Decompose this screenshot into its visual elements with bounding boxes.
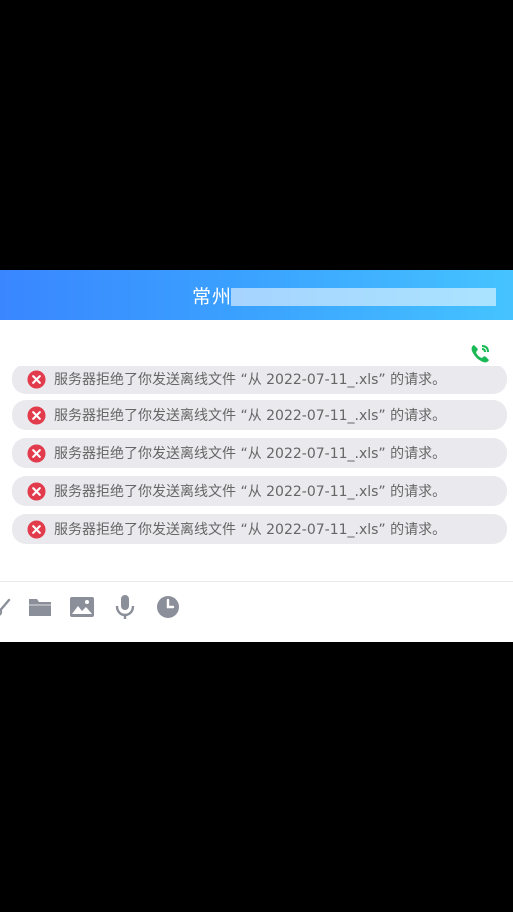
error-icon — [27, 519, 46, 539]
input-toolbar — [0, 588, 513, 628]
scissors-button[interactable] — [0, 594, 16, 620]
message-list[interactable]: 服务器拒绝了你发送离线文件 “从 2022-07-11_.xls” 的请求。 服… — [0, 366, 513, 566]
history-button[interactable] — [155, 594, 181, 620]
message-text: 服务器拒绝了你发送离线文件 “从 2022-07-11_.xls” 的请求。 — [54, 484, 447, 500]
chat-title: 常州 — [192, 286, 233, 308]
voice-button[interactable] — [112, 594, 138, 620]
input-divider — [0, 581, 513, 582]
image-icon — [70, 597, 94, 617]
chat-window: 常州 服务器拒绝了你发送离线文件 “从 2022-07-11_.xls” 的请求… — [0, 270, 513, 642]
blurred-contact-name — [231, 288, 496, 306]
chat-header: 常州 — [0, 270, 513, 320]
error-icon — [27, 405, 46, 425]
error-icon — [27, 369, 46, 389]
message-item: 服务器拒绝了你发送离线文件 “从 2022-07-11_.xls” 的请求。 — [12, 400, 507, 430]
folder-button[interactable] — [27, 594, 53, 620]
phone-icon — [471, 345, 489, 363]
message-text: 服务器拒绝了你发送离线文件 “从 2022-07-11_.xls” 的请求。 — [54, 372, 447, 388]
message-item: 服务器拒绝了你发送离线文件 “从 2022-07-11_.xls” 的请求。 — [12, 514, 507, 544]
folder-icon — [29, 599, 51, 616]
message-item: 服务器拒绝了你发送离线文件 “从 2022-07-11_.xls” 的请求。 — [12, 366, 507, 394]
microphone-icon — [115, 595, 135, 619]
message-item: 服务器拒绝了你发送离线文件 “从 2022-07-11_.xls” 的请求。 — [12, 476, 507, 506]
message-text: 服务器拒绝了你发送离线文件 “从 2022-07-11_.xls” 的请求。 — [54, 522, 447, 538]
clock-icon — [157, 596, 179, 618]
message-text: 服务器拒绝了你发送离线文件 “从 2022-07-11_.xls” 的请求。 — [54, 446, 447, 462]
message-item: 服务器拒绝了你发送离线文件 “从 2022-07-11_.xls” 的请求。 — [12, 438, 507, 468]
error-icon — [27, 443, 46, 463]
image-button[interactable] — [69, 594, 95, 620]
scissors-icon — [0, 598, 11, 616]
error-icon — [27, 481, 46, 501]
message-text: 服务器拒绝了你发送离线文件 “从 2022-07-11_.xls” 的请求。 — [54, 408, 447, 424]
